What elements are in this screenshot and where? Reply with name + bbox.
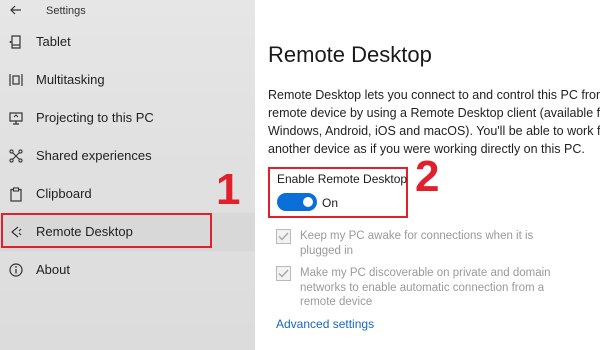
description-line: remote device by using a Remote Desktop …: [268, 106, 600, 120]
sidebar-item-tablet[interactable]: Tablet: [0, 23, 255, 61]
sidebar-item-label: Shared experiences: [36, 148, 152, 163]
discoverable-checkbox[interactable]: [276, 266, 291, 281]
sidebar-item-label: About: [36, 262, 70, 277]
info-icon: [8, 262, 24, 278]
multitasking-icon: [8, 72, 24, 88]
annotation-highlight-remote-desktop: [1, 213, 212, 248]
option-line: remote device: [300, 296, 373, 308]
window-title: Settings: [46, 5, 86, 17]
clipboard-icon: [8, 186, 24, 202]
option-line: Make my PC discoverable on private and d…: [300, 267, 551, 279]
discoverable-label: Make my PC discoverable on private and d…: [300, 266, 551, 310]
enable-remote-desktop-label: Enable Remote Desktop: [277, 172, 408, 186]
tablet-icon: [8, 34, 24, 50]
checkmark-icon: [278, 232, 289, 241]
projecting-icon: [8, 110, 24, 126]
checkmark-icon: [278, 269, 289, 278]
description: Remote Desktop lets you connect to and c…: [268, 86, 600, 158]
keep-awake-label: Keep my PC awake for connections when it…: [300, 229, 533, 258]
sidebar-item-label: Clipboard: [36, 186, 92, 201]
annotation-number-1: 1: [216, 165, 241, 214]
shared-experiences-icon: [8, 148, 24, 164]
enable-remote-desktop-toggle[interactable]: [277, 193, 317, 211]
sidebar-item-multitasking[interactable]: Multitasking: [0, 61, 255, 99]
toggle-knob: [303, 197, 313, 207]
page-title: Remote Desktop: [268, 42, 432, 67]
keep-awake-checkbox[interactable]: [276, 229, 291, 244]
back-button[interactable]: [8, 2, 24, 18]
sidebar-item-about[interactable]: About: [0, 251, 255, 289]
back-arrow-icon: [10, 5, 21, 15]
sidebar-item-label: Tablet: [36, 34, 71, 49]
window-header: Settings: [0, 0, 255, 22]
option-line: plugged in: [300, 244, 354, 257]
description-line: Remote Desktop lets you connect to and c…: [268, 88, 600, 102]
sidebar-item-label: Multitasking: [36, 72, 105, 87]
toggle-state-label: On: [322, 196, 339, 210]
description-line: Windows, Android, iOS and macOS). You'll…: [268, 124, 600, 138]
option-line: networks to enable automatic connection …: [300, 281, 545, 294]
annotation-number-2: 2: [415, 152, 440, 201]
main-content: Remote Desktop Remote Desktop lets you c…: [255, 0, 600, 350]
advanced-settings-link[interactable]: Advanced settings: [276, 317, 374, 331]
sidebar-item-label: Projecting to this PC: [36, 110, 154, 125]
sidebar-item-projecting[interactable]: Projecting to this PC: [0, 99, 255, 137]
option-line: Keep my PC awake for connections when it…: [300, 230, 534, 242]
